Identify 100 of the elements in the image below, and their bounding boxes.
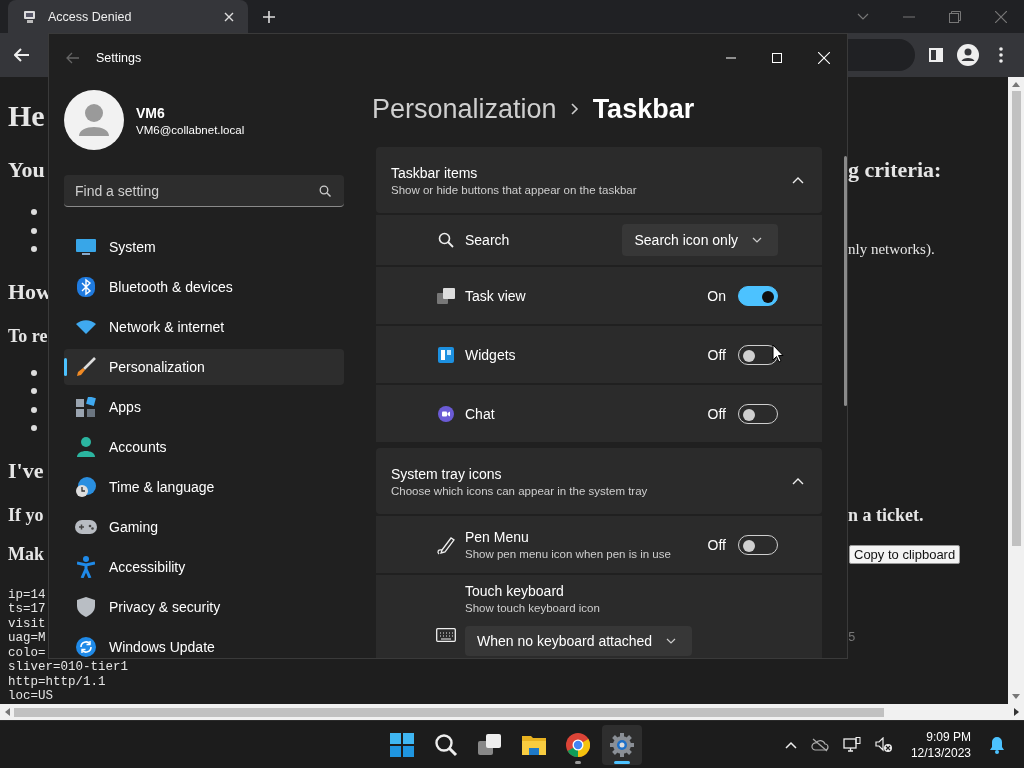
breadcrumb-link[interactable]: Personalization	[372, 93, 557, 125]
apps-icon	[76, 397, 96, 417]
dropdown[interactable]: When no keyboard attached	[465, 626, 693, 656]
dropdown[interactable]: Search icon only	[622, 224, 778, 256]
setting-label: Pen Menu	[465, 529, 530, 545]
search-icon	[438, 232, 454, 248]
nav-item[interactable]: Privacy & security	[64, 589, 344, 625]
maximize-icon[interactable]	[772, 53, 782, 63]
person-icon	[77, 437, 95, 457]
code-line: colo=	[8, 645, 46, 660]
bullet-dot	[31, 209, 37, 216]
scroll-left-icon[interactable]	[5, 708, 10, 716]
bell-icon[interactable]	[989, 735, 1005, 754]
profile-icon[interactable]	[957, 44, 979, 66]
nav-item[interactable]: Windows Update	[64, 629, 344, 658]
toggle-state: Off	[707, 405, 726, 422]
section-subtitle: Choose which icons can appear in the system tray	[391, 484, 649, 497]
browser-tab[interactable]: Access Denied	[8, 0, 248, 33]
page-heading: Mak	[8, 543, 44, 565]
bullet-dot	[31, 369, 37, 376]
nav-item[interactable]: System	[64, 229, 344, 265]
nav-item[interactable]: Gaming	[64, 509, 344, 545]
code-line: sliver=010-tier1	[8, 660, 129, 675]
accessibility-icon	[77, 556, 95, 578]
section-title: Taskbar items	[391, 164, 479, 181]
taskbar-app[interactable]	[602, 724, 642, 765]
monitor-icon	[76, 239, 96, 255]
page-heading: He	[8, 99, 45, 133]
toggle-state: Off	[707, 346, 726, 363]
setting-label: Touch keyboard	[465, 583, 565, 599]
video-chat-icon	[438, 405, 454, 422]
gamepad-icon	[75, 520, 97, 534]
clock[interactable]: 9:09 PM 12/13/2023	[910, 728, 971, 761]
chevron-down-icon	[666, 638, 677, 644]
chevron-down-icon	[752, 237, 762, 243]
task-view-icon	[478, 733, 502, 756]
vertical-scrollbar[interactable]	[1008, 77, 1024, 704]
page-text: g criteria:	[848, 157, 942, 183]
bullet-dot	[31, 388, 37, 395]
nav-item[interactable]: Accessibility	[64, 549, 344, 585]
page-text: n a ticket.	[848, 504, 924, 526]
cursor-icon	[772, 344, 784, 363]
setting-label: Widgets	[465, 346, 517, 363]
setting-description: Show pen menu icon when pen is in use	[465, 548, 672, 560]
code-line: uag=M	[8, 631, 46, 646]
more-menu-icon[interactable]	[999, 47, 1003, 63]
setting-label: Chat	[465, 405, 496, 422]
bullet-dot	[31, 425, 37, 432]
windows-logo-icon	[390, 732, 414, 757]
section-header[interactable]: System tray icons Choose which icons can appear in the system tray	[376, 448, 822, 514]
setting-label: Search	[465, 232, 511, 248]
brush-icon	[76, 357, 96, 377]
page-heading: If yo	[8, 504, 44, 526]
section-subtitle: Show or hide buttons that appear on the taskbar	[391, 183, 638, 196]
page-heading: How	[8, 278, 52, 305]
avatar-icon	[64, 90, 124, 150]
settings-icon	[610, 732, 634, 757]
toggle-state: Off	[707, 536, 726, 553]
user-email: VM6@collabnet.local	[136, 123, 245, 136]
nav-item[interactable]: Personalization	[64, 349, 344, 385]
chevron-up-icon[interactable]	[784, 740, 797, 749]
globe-clock-icon	[76, 477, 96, 497]
plus-icon[interactable]	[262, 9, 276, 24]
code-line: 5	[848, 631, 856, 646]
section-title: System tray icons	[391, 465, 503, 482]
toggle-state: On	[707, 287, 726, 304]
bullet-dot	[31, 227, 37, 234]
setting-label: Task view	[465, 287, 527, 304]
page-heading: To re	[8, 325, 48, 347]
toggle-switch[interactable]	[738, 285, 778, 306]
page-title: Taskbar	[592, 93, 695, 125]
search-icon	[319, 185, 331, 197]
section-header[interactable]: Taskbar items Show or hide buttons that appear on the taskbar	[376, 147, 822, 213]
nav-item[interactable]: Time & language	[64, 469, 344, 505]
scroll-down-icon[interactable]	[1012, 694, 1020, 699]
speaker-muted-icon[interactable]	[874, 736, 893, 753]
page-heading: I've	[8, 457, 44, 484]
scroll-right-icon[interactable]	[1014, 708, 1019, 716]
scrollbar[interactable]	[844, 156, 847, 406]
copy-button[interactable]: Copy to clipboard	[849, 544, 961, 564]
code-line: ip=14	[8, 587, 46, 602]
sidebar-icon[interactable]	[929, 48, 943, 62]
scroll-up-icon[interactable]	[1012, 82, 1020, 87]
network-monitor-icon[interactable]	[842, 736, 861, 753]
search-icon	[434, 732, 458, 757]
nav-item[interactable]: Bluetooth & devices	[64, 269, 344, 305]
chevron-down-icon[interactable]	[857, 12, 869, 21]
task-view-icon	[437, 287, 455, 304]
restore-icon[interactable]	[949, 10, 961, 23]
shield-icon	[77, 597, 95, 617]
setting-description: Show touch keyboard icon	[465, 602, 601, 614]
keyboard-icon	[436, 628, 456, 642]
nav-item[interactable]: Accounts	[64, 429, 344, 465]
horizontal-scrollbar[interactable]	[0, 704, 1024, 720]
chevron-right-icon	[570, 103, 579, 115]
window-title: Settings	[96, 51, 142, 65]
cloud-off-icon[interactable]	[810, 737, 829, 752]
nav-item[interactable]: Network & internet	[64, 309, 344, 345]
nav-item[interactable]: Apps	[64, 389, 344, 425]
search-field[interactable]: Find a setting	[64, 175, 344, 207]
